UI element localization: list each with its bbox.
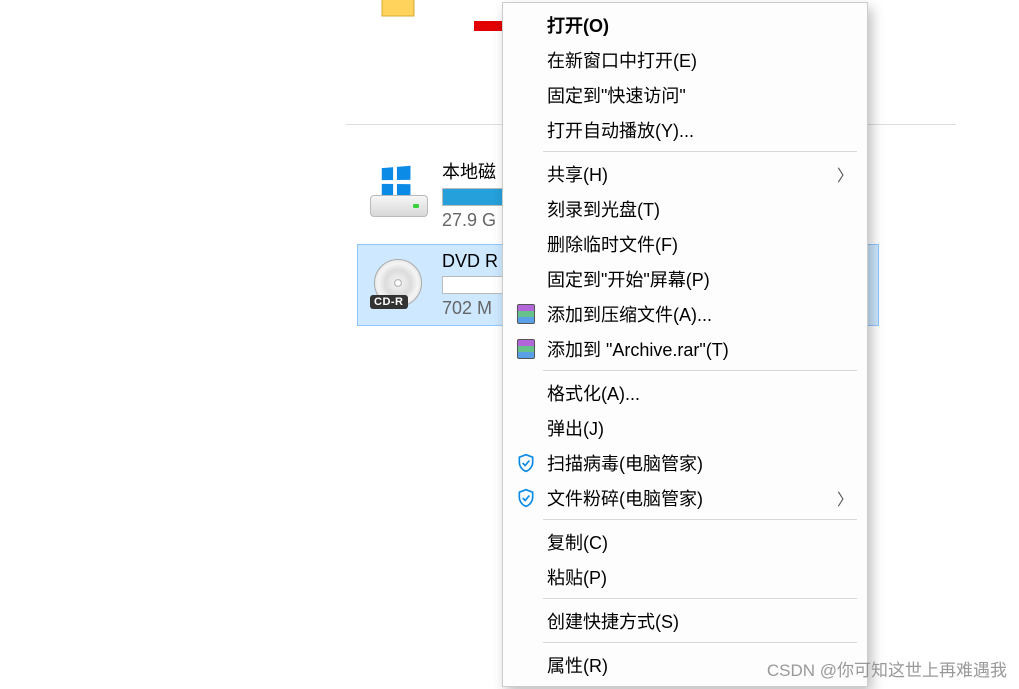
shield-icon: [513, 452, 539, 474]
menu-item-label: 弹出(J): [547, 415, 853, 441]
blank-icon: [513, 417, 539, 439]
menu-item[interactable]: 固定到"开始"屏幕(P): [503, 261, 867, 296]
menu-separator: [543, 642, 857, 643]
blank-icon: [513, 233, 539, 255]
chevron-right-icon: 〉: [837, 162, 853, 186]
menu-item-label: 在新窗口中打开(E): [547, 47, 853, 73]
menu-item[interactable]: 复制(C): [503, 524, 867, 559]
menu-item[interactable]: 固定到"快速访问": [503, 77, 867, 112]
cdr-badge: CD-R: [370, 295, 408, 309]
menu-item-label: 文件粉碎(电脑管家): [547, 485, 829, 511]
blank-icon: [513, 382, 539, 404]
menu-separator: [543, 370, 857, 371]
blank-icon: [513, 49, 539, 71]
blank-icon: [513, 119, 539, 141]
menu-item[interactable]: 创建快捷方式(S): [503, 603, 867, 638]
blank-icon: [513, 654, 539, 676]
rar-icon: [513, 303, 539, 325]
menu-item-label: 打开自动播放(Y)...: [547, 117, 853, 143]
hdd-icon: [368, 169, 430, 221]
menu-item-label: 格式化(A)...: [547, 380, 853, 406]
menu-item[interactable]: 粘贴(P): [503, 559, 867, 594]
menu-item-label: 粘贴(P): [547, 564, 853, 590]
menu-item[interactable]: 打开(O): [503, 7, 867, 42]
menu-item-label: 复制(C): [547, 529, 853, 555]
menu-item-label: 刻录到光盘(T): [547, 196, 853, 222]
menu-separator: [543, 519, 857, 520]
chevron-right-icon: 〉: [837, 486, 853, 510]
menu-item[interactable]: 文件粉碎(电脑管家) 〉: [503, 480, 867, 515]
blank-icon: [513, 198, 539, 220]
menu-item[interactable]: 共享(H) 〉: [503, 156, 867, 191]
menu-separator: [543, 598, 857, 599]
watermark: CSDN @你可知这世上再难遇我: [767, 656, 1007, 681]
menu-item[interactable]: 刻录到光盘(T): [503, 191, 867, 226]
menu-item-label: 添加到压缩文件(A)...: [547, 301, 853, 327]
blank-icon: [513, 14, 539, 36]
menu-separator: [543, 151, 857, 152]
menu-item-label: 固定到"快速访问": [547, 82, 853, 108]
shield-icon: [513, 487, 539, 509]
menu-item-label: 共享(H): [547, 161, 829, 187]
menu-item-label: 创建快捷方式(S): [547, 608, 853, 634]
menu-item-label: 固定到"开始"屏幕(P): [547, 266, 853, 292]
menu-item[interactable]: 格式化(A)...: [503, 375, 867, 410]
menu-item[interactable]: 弹出(J): [503, 410, 867, 445]
menu-item[interactable]: 添加到 "Archive.rar"(T): [503, 331, 867, 366]
blank-icon: [513, 268, 539, 290]
blank-icon: [513, 531, 539, 553]
context-menu: 打开(O) 在新窗口中打开(E) 固定到"快速访问" 打开自动播放(Y)... 共享(H…: [502, 2, 868, 687]
menu-item[interactable]: 扫描病毒(电脑管家): [503, 445, 867, 480]
menu-item-label: 删除临时文件(F): [547, 231, 853, 257]
menu-item[interactable]: 在新窗口中打开(E): [503, 42, 867, 77]
blank-icon: [513, 610, 539, 632]
menu-item[interactable]: 添加到压缩文件(A)...: [503, 296, 867, 331]
blank-icon: [513, 163, 539, 185]
menu-item[interactable]: 删除临时文件(F): [503, 226, 867, 261]
menu-item-label: 打开(O): [547, 12, 853, 38]
menu-item-label: 扫描病毒(电脑管家): [547, 450, 853, 476]
rar-icon: [513, 338, 539, 360]
dvd-icon: CD-R: [368, 259, 430, 311]
blank-icon: [513, 566, 539, 588]
blank-icon: [513, 84, 539, 106]
menu-item-label: 添加到 "Archive.rar"(T): [547, 336, 853, 362]
partial-folder-icon: [378, 0, 418, 22]
menu-item[interactable]: 打开自动播放(Y)...: [503, 112, 867, 147]
